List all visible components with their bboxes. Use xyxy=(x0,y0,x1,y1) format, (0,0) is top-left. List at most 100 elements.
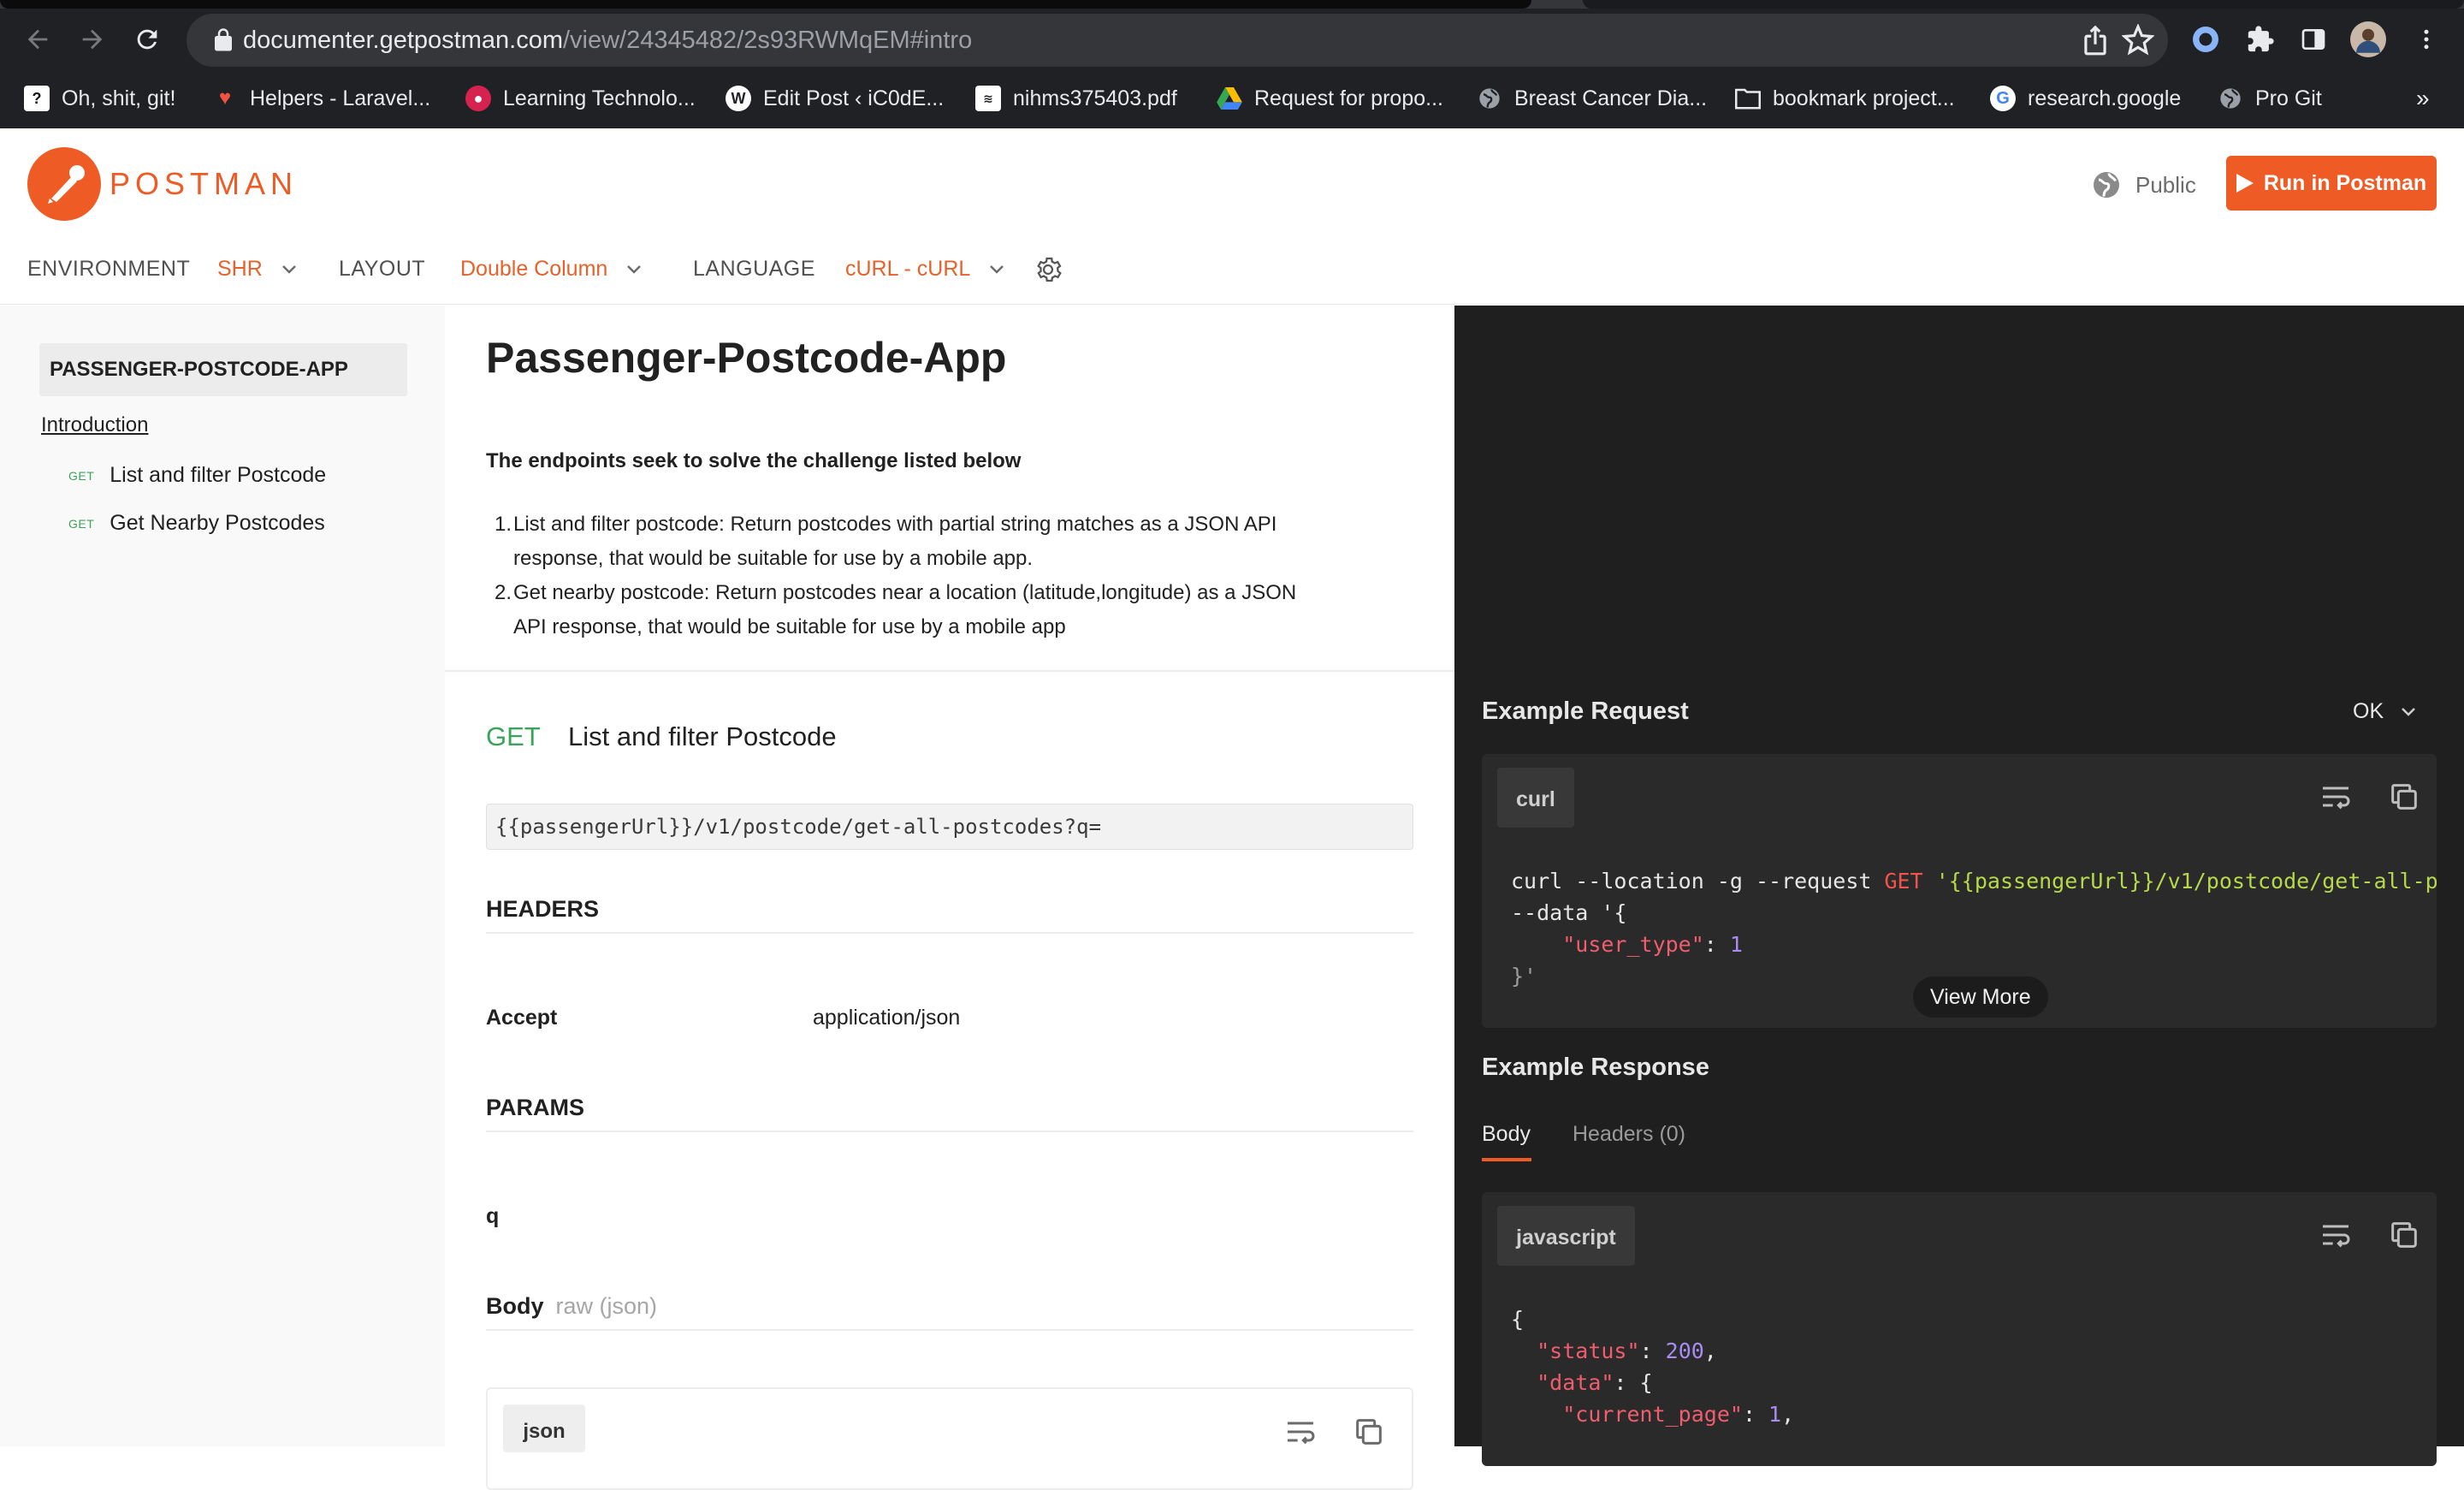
list-text-line: response, that would be suitable for use… xyxy=(513,547,1034,570)
example-response-title: Example Response xyxy=(1482,1054,1709,1081)
forward-button[interactable] xyxy=(74,21,111,58)
code-line: curl --location -g --request GET '{{pass… xyxy=(1511,865,2437,897)
bookmark-1[interactable]: ♥ Helpers - Laravel... xyxy=(212,79,430,118)
bookmark-label: Helpers - Laravel... xyxy=(250,86,431,110)
header-value: application/json xyxy=(813,1006,961,1030)
profile-avatar[interactable] xyxy=(2348,19,2389,60)
copy-icon[interactable] xyxy=(2387,780,2421,814)
main-content: Passenger-Postcode-App The endpoints see… xyxy=(445,306,1454,1490)
globe-icon xyxy=(2094,172,2119,198)
language-select[interactable]: cURL - cURL xyxy=(845,257,1004,282)
address-bar[interactable]: documenter.getpostman.com/view/24345482/… xyxy=(187,14,2168,67)
code-key-token: "user_type" xyxy=(1562,932,1704,957)
extension-circle-icon xyxy=(2193,27,2218,52)
run-in-postman-button[interactable]: Run in Postman xyxy=(2226,156,2437,211)
sidebar-collection-title[interactable]: PASSENGER-POSTCODE-APP xyxy=(39,343,407,396)
wrap-lines-icon[interactable] xyxy=(2319,1218,2353,1252)
bookmarks-bar: ? Oh, shit, git! ♥ Helpers - Laravel... ● L… xyxy=(0,79,2464,128)
code-number-token: 1 xyxy=(1729,932,1743,957)
bookmark-2[interactable]: ● Learning Technolo... xyxy=(465,79,696,118)
url-text[interactable]: documenter.getpostman.com/view/24345482/… xyxy=(243,14,972,67)
response-code-card: javascript { "status": 200, "data": { "c… xyxy=(1482,1192,2437,1466)
wordpress-favicon-icon: W xyxy=(726,86,751,111)
side-panel-icon[interactable] xyxy=(2293,19,2334,60)
back-button[interactable] xyxy=(19,21,56,58)
copy-icon[interactable] xyxy=(1352,1415,1386,1449)
method-badge: GET xyxy=(68,469,95,484)
response-status-value: OK xyxy=(2353,699,2384,723)
response-status-select[interactable]: OK xyxy=(2353,699,2416,724)
code-token: : xyxy=(1703,932,1730,957)
view-more-button[interactable]: View More xyxy=(1913,977,2048,1018)
laravel-favicon-icon: ♥ xyxy=(218,86,232,110)
lock-icon[interactable] xyxy=(210,27,236,53)
response-code: { "status": 200, "data": { "current_page… xyxy=(1511,1303,1794,1430)
url-host: documenter.getpostman.com xyxy=(243,27,563,54)
bookmark-label: Pro Git xyxy=(2255,86,2322,110)
bookmark-9[interactable]: Pro Git xyxy=(2218,79,2322,118)
environment-select[interactable]: SHR xyxy=(217,257,297,282)
bookmark-7[interactable]: bookmark project... xyxy=(1735,79,1955,118)
bookmark-label: Request for propo... xyxy=(1254,86,1443,110)
back-arrow-icon xyxy=(27,29,48,50)
code-key-token: "data" xyxy=(1537,1370,1614,1395)
bookmark-6[interactable]: Breast Cancer Dia... xyxy=(1477,79,1707,118)
endpoint-title: List and filter Postcode xyxy=(568,721,837,751)
code-number-token: 200 xyxy=(1665,1339,1704,1363)
bookmark-label: Breast Cancer Dia... xyxy=(1514,86,1708,110)
star-icon[interactable] xyxy=(2122,24,2154,56)
page-title: Passenger-Postcode-App xyxy=(486,334,1007,382)
puzzle-icon[interactable] xyxy=(2240,19,2281,60)
forward-arrow-icon xyxy=(82,29,103,50)
copy-icon[interactable] xyxy=(2387,1218,2421,1252)
visibility-indicator: Public xyxy=(2091,166,2196,204)
pdf-favicon-icon: ≋ xyxy=(975,86,1001,111)
list-number: 2. xyxy=(494,581,512,604)
code-token: curl --location -g --request xyxy=(1511,869,1885,893)
bookmarks-overflow-button[interactable]: » xyxy=(2416,79,2430,118)
inactive-tab-edge[interactable] xyxy=(1583,0,2464,9)
reload-icon xyxy=(137,29,157,50)
wrap-lines-icon[interactable] xyxy=(2319,780,2353,814)
bookmark-label: research.google xyxy=(2028,86,2182,110)
bookmark-4[interactable]: ≋ nihms375403.pdf xyxy=(975,79,1177,118)
bookmark-8[interactable]: Gresearch.google xyxy=(1990,79,2181,118)
layout-label: LAYOUT xyxy=(339,257,426,281)
bookmark-3[interactable]: W Edit Post ‹ iC0dE... xyxy=(726,79,944,118)
tab-body[interactable]: Body xyxy=(1482,1122,1531,1147)
code-line: { xyxy=(1511,1307,1525,1332)
folder-icon xyxy=(1735,86,1761,111)
bookmark-label: nihms375403.pdf xyxy=(1013,86,1177,110)
extension-icon[interactable] xyxy=(2185,19,2226,60)
bookmark-label: Learning Technolo... xyxy=(503,86,696,110)
code-method-token: GET xyxy=(1884,869,1923,893)
layout-select[interactable]: Double Column xyxy=(460,257,642,282)
layout-value: Double Column xyxy=(460,257,608,281)
postman-logo-icon[interactable] xyxy=(27,147,101,221)
params-heading: PARAMS xyxy=(486,1095,585,1120)
tab-headers[interactable]: Headers (0) xyxy=(1573,1122,1685,1147)
bookmark-5[interactable]: Request for propo... xyxy=(1217,79,1443,118)
chevron-down-icon xyxy=(990,265,1004,275)
body-heading: Body raw (json) xyxy=(486,1293,657,1320)
chevron-down-icon xyxy=(281,265,296,275)
code-language-label: json xyxy=(503,1404,585,1452)
list-text-line: API response, that would be suitable for… xyxy=(513,615,1066,638)
bookmark-0[interactable]: ? Oh, shit, git! xyxy=(24,79,175,118)
code-url-token: '{{passengerUrl}}/v1/postcode/get-all-po… xyxy=(1922,869,2437,893)
active-tab-edge[interactable] xyxy=(0,0,1531,9)
globe-favicon-icon xyxy=(2218,86,2243,111)
settings-gear-icon[interactable] xyxy=(1034,255,1063,288)
menu-kebab-icon[interactable] xyxy=(2406,19,2447,60)
sidebar-item-get-nearby-postcodes[interactable]: GET Get Nearby Postcodes xyxy=(68,511,325,536)
headers-divider xyxy=(486,932,1413,934)
reload-button[interactable] xyxy=(128,21,166,58)
sidebar-item-introduction[interactable]: Introduction xyxy=(41,413,148,437)
endpoint-url[interactable]: {{passengerUrl}}/v1/postcode/get-all-pos… xyxy=(486,804,1413,850)
code-token: : { xyxy=(1614,1370,1653,1395)
sidebar-item-list-filter-postcode[interactable]: GET List and filter Postcode xyxy=(68,463,326,488)
wrap-lines-icon[interactable] xyxy=(1283,1415,1318,1449)
share-icon[interactable] xyxy=(2079,24,2112,56)
postman-wordmark[interactable]: POSTMAN xyxy=(110,166,298,202)
chevron-down-icon xyxy=(627,265,642,275)
